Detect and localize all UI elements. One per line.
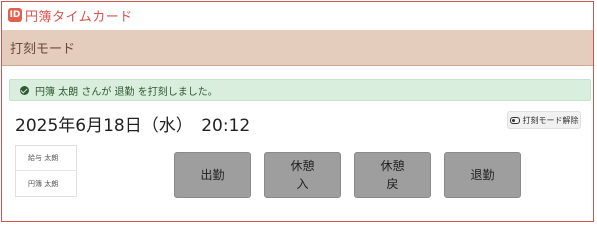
user-list: 給与 太朗 円簿 太朗 bbox=[15, 145, 77, 197]
break-end-label-line1: 休憩 bbox=[380, 159, 405, 173]
break-end-label-line2: 戻 bbox=[386, 177, 399, 191]
app-title: 円簿タイムカード bbox=[25, 9, 133, 25]
alert-message: 円簿 太朗 さんが 退勤 を打刻しました。 bbox=[35, 86, 218, 98]
clock-out-button[interactable]: 退勤 bbox=[444, 152, 521, 198]
app-logo-icon: ID bbox=[8, 8, 22, 22]
check-circle-icon bbox=[20, 85, 29, 95]
user-item-kyuyo[interactable]: 給与 太朗 bbox=[16, 146, 76, 171]
mode-title: 打刻モード bbox=[10, 42, 76, 57]
break-start-button[interactable]: 休憩 入 bbox=[264, 152, 341, 198]
clock-in-label: 出勤 bbox=[200, 168, 225, 182]
break-end-button[interactable]: 休憩 戻 bbox=[354, 152, 431, 198]
top-bar: ID 円簿タイムカード bbox=[2, 2, 593, 28]
user-name: 円簿 太朗 bbox=[28, 179, 59, 188]
user-name: 給与 太朗 bbox=[28, 154, 59, 162]
success-alert: 円簿 太朗 さんが 退勤 を打刻しました。 bbox=[9, 79, 591, 101]
clock-in-button[interactable]: 出勤 bbox=[174, 152, 251, 198]
break-start-label-line1: 休憩 bbox=[290, 159, 315, 173]
toggle-icon bbox=[509, 116, 520, 124]
release-punch-mode-button[interactable]: 打刻モード解除 bbox=[507, 111, 581, 129]
current-datetime: 2025年6月18日（水） 20:12 bbox=[15, 116, 251, 136]
app-window: ID 円簿タイムカード 打刻モード 円簿 太朗 さんが 退勤 を打刻しました。 … bbox=[1, 1, 594, 222]
mode-header: 打刻モード bbox=[2, 30, 593, 66]
break-start-label-line2: 入 bbox=[296, 177, 309, 191]
clock-out-label: 退勤 bbox=[470, 168, 495, 182]
user-item-enbo[interactable]: 円簿 太朗 bbox=[16, 171, 76, 196]
release-punch-mode-label: 打刻モード解除 bbox=[522, 115, 579, 125]
